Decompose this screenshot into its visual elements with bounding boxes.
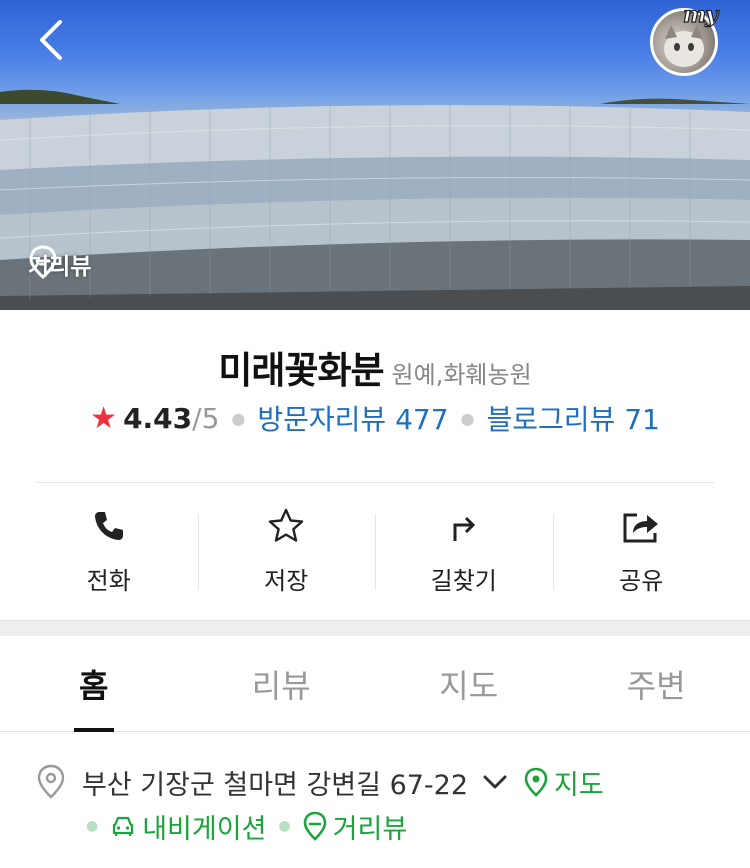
action-bar: 전화 저장 길찾기 공유	[20, 504, 730, 596]
tab-nearby[interactable]: 주변	[563, 636, 750, 731]
separator-dot: ●	[86, 818, 99, 834]
divider	[36, 482, 714, 483]
car-icon	[113, 816, 134, 836]
address-links-row: ● 내비게이션 ● 거리뷰	[86, 806, 407, 846]
call-button[interactable]: 전화	[20, 504, 198, 596]
share-icon	[623, 513, 659, 542]
address-row: 부산 기장군 철마면 강변길 67-22 지도	[36, 762, 604, 802]
separator-dot: ●	[231, 408, 246, 428]
back-button[interactable]	[30, 16, 74, 64]
map-link-label: 지도	[554, 769, 604, 801]
navigation-link-label: 내비게이션	[142, 813, 267, 845]
directions-label: 길찾기	[430, 567, 497, 595]
tab-bar: 홈 리뷰 지도 주변	[0, 636, 750, 732]
tab-map[interactable]: 지도	[375, 636, 563, 731]
tab-reviews[interactable]: 리뷰	[188, 636, 376, 731]
star-icon: ★	[90, 400, 118, 436]
location-pin-icon	[29, 245, 57, 279]
chevron-down-icon	[483, 775, 507, 789]
place-title-row: 미래꽃화분 원예,화훼농원	[0, 340, 750, 394]
share-label: 공유	[619, 567, 664, 595]
my-label: my	[682, 1, 718, 28]
phone-icon	[94, 511, 123, 540]
address-text: 부산 기장군 철마면 강변길 67-22	[82, 769, 469, 801]
rating-max: /5	[192, 401, 220, 435]
save-button[interactable]: 저장	[197, 504, 376, 596]
directions-icon	[453, 516, 475, 541]
navigation-link[interactable]: 내비게이션	[110, 807, 266, 846]
location-pin-icon	[37, 764, 65, 799]
hero-street-photo[interactable]: my 거리뷰	[0, 0, 750, 310]
map-link[interactable]: 지도	[524, 763, 604, 802]
blog-review-link[interactable]: 블로그리뷰 71	[487, 398, 660, 438]
location-pin-icon	[303, 811, 326, 841]
save-label: 저장	[264, 567, 309, 595]
chevron-left-icon	[40, 20, 62, 60]
roadview-link-label: 거리뷰	[332, 813, 408, 845]
visitor-review-link[interactable]: 방문자리뷰 477	[257, 398, 448, 438]
roadview-link[interactable]: 거리뷰	[303, 807, 408, 846]
section-gap	[0, 620, 750, 636]
share-button[interactable]: 공유	[552, 504, 731, 596]
place-category: 원예,화훼농원	[391, 361, 532, 389]
tab-home[interactable]: 홈	[0, 636, 188, 732]
greenhouse-photo	[0, 89, 750, 310]
place-name: 미래꽃화분	[218, 349, 384, 392]
rating-row: ★ 4.43 /5 ● 방문자리뷰 477 ● 블로그리뷰 71	[0, 398, 750, 438]
roadview-button[interactable]: 거리뷰	[28, 244, 91, 284]
rating-score: 4.43	[123, 401, 193, 435]
star-outline-icon	[269, 508, 304, 542]
directions-button[interactable]: 길찾기	[375, 504, 553, 596]
map-pin-icon	[524, 767, 548, 797]
separator-dot: ●	[278, 818, 291, 834]
address-expand-button[interactable]	[482, 773, 508, 791]
separator-dot: ●	[460, 408, 475, 428]
call-label: 전화	[86, 567, 131, 595]
